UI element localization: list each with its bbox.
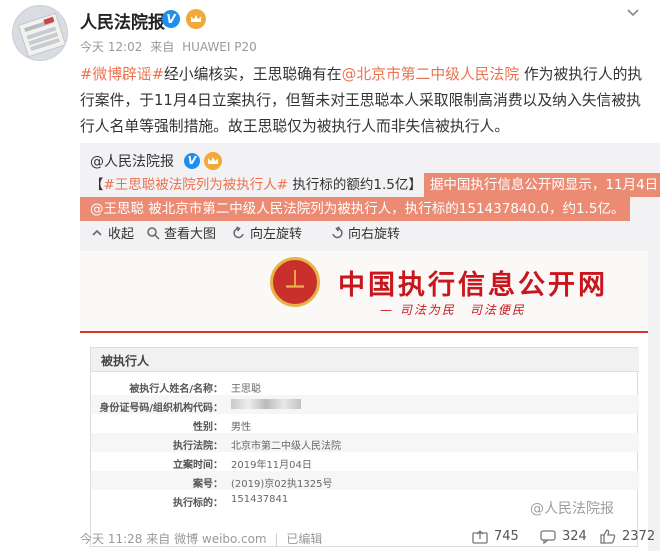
row-key: 身份证号码/组织机构代码：: [99, 403, 223, 414]
panel-title: 被执行人: [101, 354, 150, 368]
row-value: 151437841: [231, 494, 289, 505]
share-icon: [472, 529, 488, 544]
row-value: 北京市第二中级人民法院: [231, 441, 341, 452]
author-name[interactable]: 人民法院报: [80, 8, 165, 33]
row-value: (2019)京02执1325号: [231, 479, 333, 490]
table-row: 案号： (2019)京02执1325号: [91, 471, 639, 490]
blurred-id: [231, 399, 301, 409]
post-header: 人民法院报 V 今天 12:02 来自 HUAWEI P20: [0, 0, 660, 61]
court-emblem-icon: [270, 257, 320, 307]
attached-screenshot[interactable]: 中国执行信息公开网 — 司法为民 司法便民 被执行人 被执行人姓名/名称： 王思聪…: [80, 251, 648, 551]
footer-meta: 今天 11:28 来自 微博 weibo.com | 已编辑: [80, 530, 322, 547]
from-label: 来自: [150, 40, 175, 54]
verified-icon: V: [184, 153, 200, 169]
post-time[interactable]: 今天 12:02: [80, 40, 142, 54]
topic-tag[interactable]: #微博辟谣#: [80, 66, 164, 83]
bracket-open: 【: [90, 177, 104, 193]
thumbs-up-icon: [600, 529, 616, 544]
row-key: 执行法院：: [173, 441, 223, 452]
post-meta: 今天 12:02 来自 HUAWEI P20: [80, 38, 261, 55]
repost-author[interactable]: @人民法院报: [90, 151, 174, 171]
from-label: 来自: [146, 532, 171, 546]
view-large-button[interactable]: 查看大图: [146, 223, 216, 242]
mention-link[interactable]: @北京市第二中级人民法院: [342, 66, 520, 83]
magnifier-icon: [147, 226, 160, 240]
reposted-weibo: @人民法院报 V 【#王思聪被法院列为被执行人# 执行标的额约1.5亿】 据中国执…: [80, 143, 660, 551]
panel-header: 被执行人: [91, 348, 639, 372]
view-large-label: 查看大图: [164, 227, 217, 242]
highlighted-text-1: 据中国执行信息公开网显示，11月4日，: [423, 173, 660, 197]
table-row: 立案时间： 2019年11月04日: [91, 452, 639, 471]
collapse-icon: [92, 229, 102, 236]
vip-crown-icon[interactable]: [204, 152, 222, 170]
weibo-watermark: @人民法院报: [530, 501, 614, 517]
repost-time[interactable]: 今天 11:28: [80, 532, 142, 546]
row-key: 立案时间：: [173, 460, 223, 471]
row-key: 性别：: [193, 422, 223, 433]
row-key: 被执行人姓名/名称：: [129, 384, 223, 395]
row-value: 王思聪: [231, 384, 261, 395]
repost-count: 745: [494, 529, 519, 544]
table-row: 执行法院： 北京市第二中级人民法院: [91, 433, 639, 452]
repost-button[interactable]: 745: [472, 529, 519, 544]
comment-button[interactable]: 324: [540, 529, 587, 544]
vip-crown-icon[interactable]: [186, 9, 206, 29]
post-footer: 今天 11:28 来自 微博 weibo.com | 已编辑 745 324 2…: [80, 526, 660, 551]
collapse-label: 收起: [108, 227, 135, 242]
site-title: 中国执行信息公开网: [338, 270, 608, 301]
comment-count: 324: [562, 529, 587, 544]
chevron-down-icon[interactable]: [626, 6, 640, 20]
rotate-right-button[interactable]: 向右旋转: [330, 223, 400, 242]
repost-text-line1: 【#王思聪被法院列为被执行人# 执行标的额约1.5亿】 据中国执行信息公开网显示，…: [80, 173, 660, 197]
like-button[interactable]: 2372: [600, 529, 655, 544]
repost-headline: 执行标的额约1.5亿】: [288, 177, 422, 193]
repost-topic-tag[interactable]: #王思聪被法院列为被执行人#: [104, 177, 289, 193]
rotate-left-label: 向左旋转: [250, 227, 303, 242]
rotate-left-icon: [233, 225, 244, 238]
table-row: 身份证号码/组织机构代码：: [91, 395, 639, 414]
edited-label[interactable]: 已编辑: [286, 532, 322, 546]
site-banner: 中国执行信息公开网 — 司法为民 司法便民: [80, 251, 648, 331]
device-name: HUAWEI P20: [182, 40, 257, 54]
post-text: #微博辟谣#经小编核实，王思聪确有在@北京市第二中级人民法院 作为被执行人的执行…: [80, 62, 648, 140]
post-text-part1: 经小编核实，王思聪确有在: [163, 66, 342, 83]
separator: |: [274, 532, 279, 546]
rotate-right-icon: [332, 225, 343, 238]
newspaper-logo: [17, 12, 67, 58]
comment-icon: [540, 529, 556, 544]
like-count: 2372: [622, 529, 656, 544]
site-slogan: — 司法为民 司法便民: [380, 303, 526, 317]
repost-text-line2: @王思聪 被北京市第二中级人民法院列为被执行人，执行标的151437840.0，…: [80, 197, 631, 221]
repost-mention[interactable]: @王思聪: [90, 201, 144, 217]
table-row: 性别： 男性: [91, 414, 639, 433]
source-name: 微博 weibo.com: [174, 532, 267, 546]
rotate-right-label: 向右旋转: [348, 227, 401, 242]
avatar[interactable]: [12, 5, 68, 61]
row-value: 男性: [231, 422, 251, 433]
row-value: 2019年11月04日: [231, 460, 312, 471]
collapse-button[interactable]: 收起: [90, 223, 134, 242]
row-value-redacted: [231, 399, 301, 410]
highlighted-text-2: 被北京市第二中级人民法院列为被执行人，执行标的151437840.0，约1.5亿…: [144, 201, 625, 217]
verified-icon: V: [162, 10, 180, 28]
row-key: 案号：: [193, 479, 223, 490]
divider: [80, 331, 648, 333]
rotate-left-button[interactable]: 向左旋转: [232, 223, 302, 242]
row-key: 执行标的：: [173, 498, 223, 509]
table-row: 被执行人姓名/名称： 王思聪: [91, 376, 639, 395]
